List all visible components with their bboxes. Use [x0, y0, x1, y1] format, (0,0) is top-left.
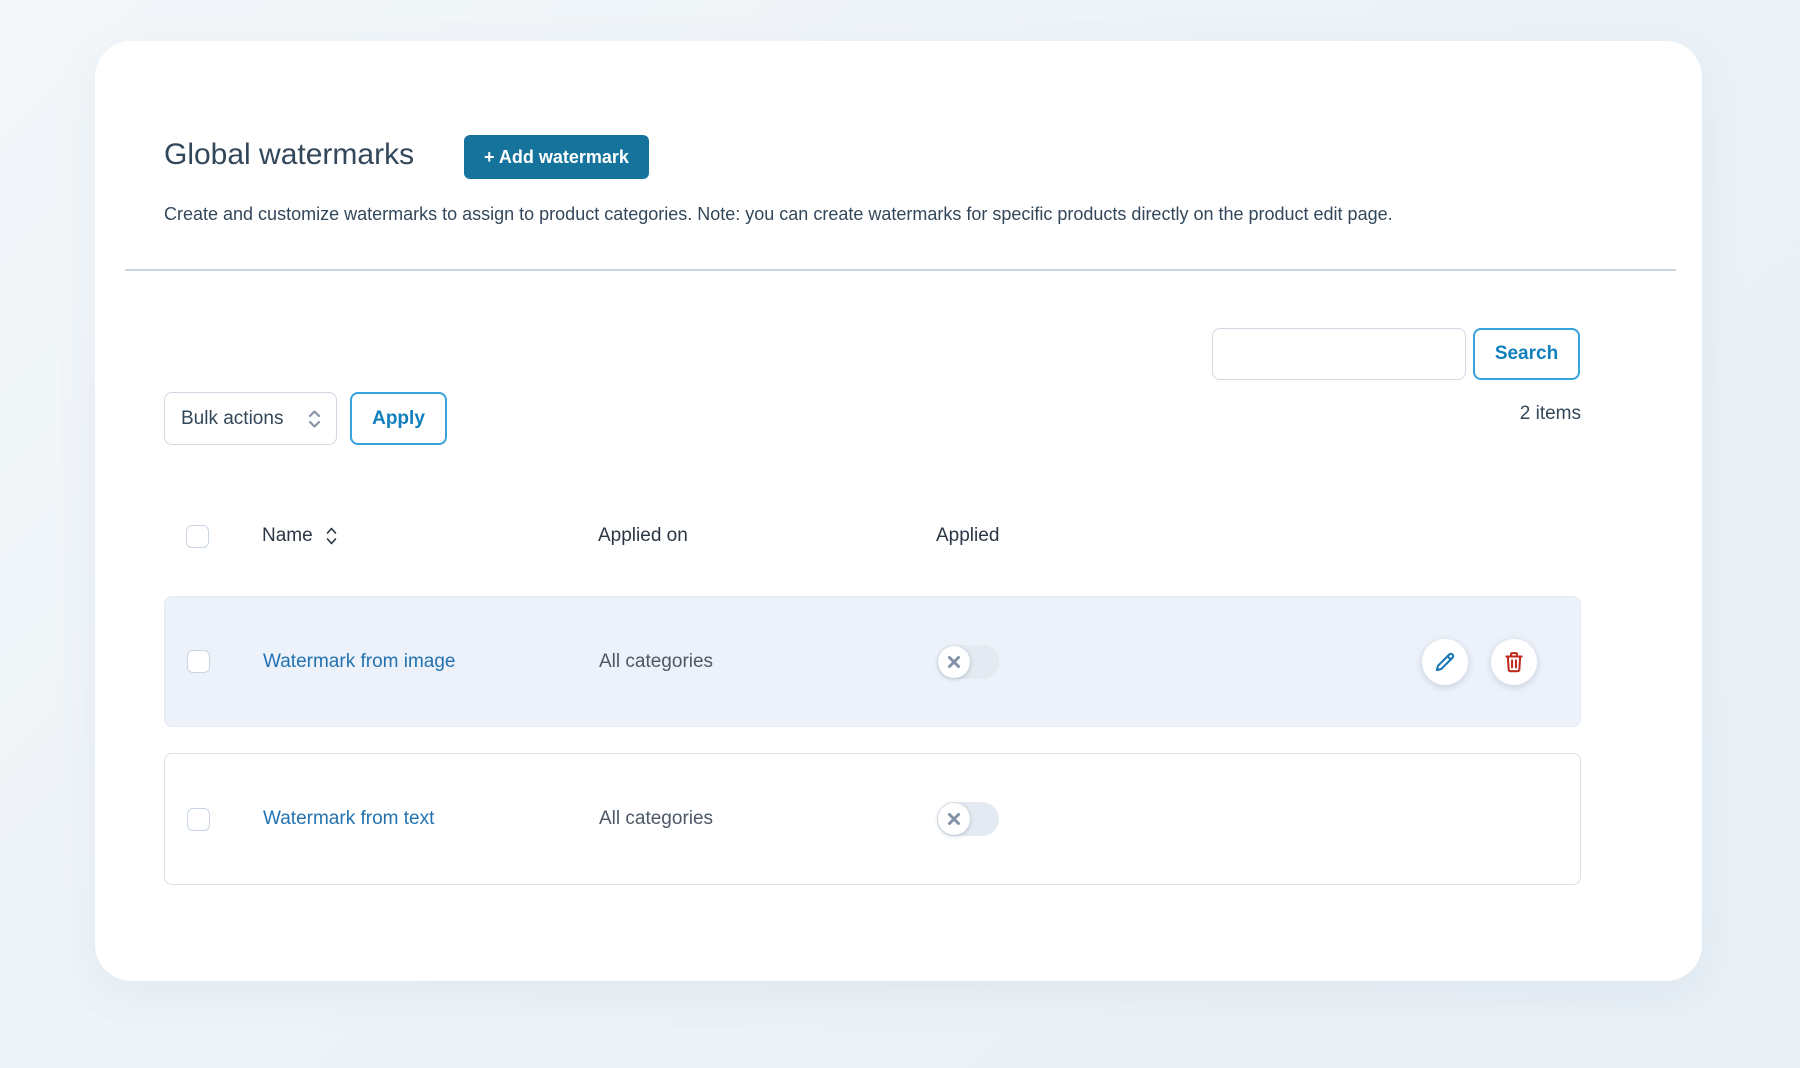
table-row: Watermark from image All categories	[164, 596, 1581, 727]
apply-button[interactable]: Apply	[350, 392, 447, 445]
column-header-applied: Applied	[936, 525, 1538, 547]
select-all-checkbox[interactable]	[186, 525, 209, 548]
search-input[interactable]	[1212, 328, 1466, 380]
trash-icon	[1501, 649, 1527, 675]
pencil-icon	[1432, 649, 1458, 675]
applied-toggle-off[interactable]	[937, 802, 999, 836]
chevron-updown-icon	[307, 408, 322, 430]
edit-button[interactable]	[1422, 639, 1468, 685]
watermark-name-link[interactable]: Watermark from text	[263, 808, 434, 829]
applied-on-value: All categories	[599, 808, 937, 830]
add-watermark-button[interactable]: + Add watermark	[464, 135, 649, 179]
toggle-x-icon	[938, 646, 970, 678]
row-checkbox[interactable]	[187, 650, 210, 673]
applied-on-value: All categories	[599, 651, 937, 673]
watermark-name-link[interactable]: Watermark from image	[263, 651, 456, 672]
toggle-x-icon	[938, 803, 970, 835]
search-button[interactable]: Search	[1473, 328, 1580, 380]
delete-button[interactable]	[1491, 639, 1537, 685]
bulk-actions-select[interactable]: Bulk actions	[164, 392, 337, 445]
table-row: Watermark from text All categories	[164, 753, 1581, 885]
table-header: Name Applied on Applied	[164, 514, 1581, 558]
column-header-name[interactable]: Name	[210, 525, 598, 547]
bulk-actions-label: Bulk actions	[181, 408, 283, 430]
divider	[125, 269, 1676, 271]
watermarks-panel: Global watermarks + Add watermark Create…	[95, 41, 1702, 981]
column-header-name-label: Name	[262, 525, 313, 547]
column-header-applied-on: Applied on	[598, 525, 936, 547]
page-subtitle: Create and customize watermarks to assig…	[164, 201, 1393, 227]
page-title: Global watermarks	[164, 135, 414, 175]
applied-toggle-off[interactable]	[937, 645, 999, 679]
items-count: 2 items	[1520, 403, 1581, 425]
row-checkbox[interactable]	[187, 808, 210, 831]
sort-icon	[325, 526, 338, 546]
